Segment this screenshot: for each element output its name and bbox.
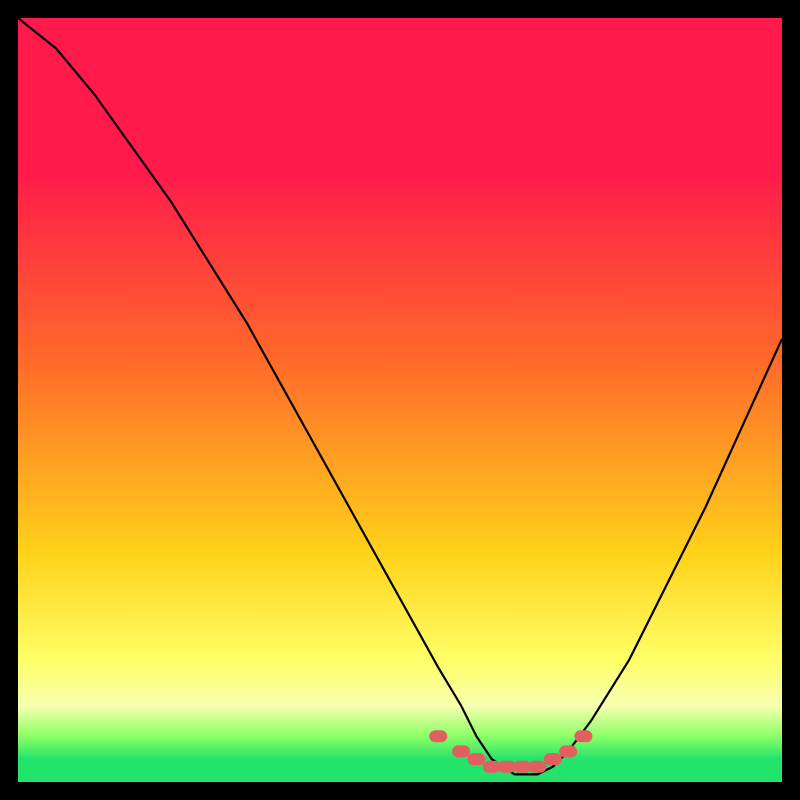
chart-frame: TheBottleneck.com [18,18,782,782]
bottleneck-plot [18,18,782,782]
gradient-background [18,18,782,782]
optimal-range-marker [452,745,470,757]
optimal-range-marker [544,753,562,765]
optimal-range-marker [574,730,592,742]
optimal-range-marker [559,745,577,757]
optimal-range-marker [429,730,447,742]
optimal-range-marker [529,761,547,773]
optimal-range-marker [467,753,485,765]
